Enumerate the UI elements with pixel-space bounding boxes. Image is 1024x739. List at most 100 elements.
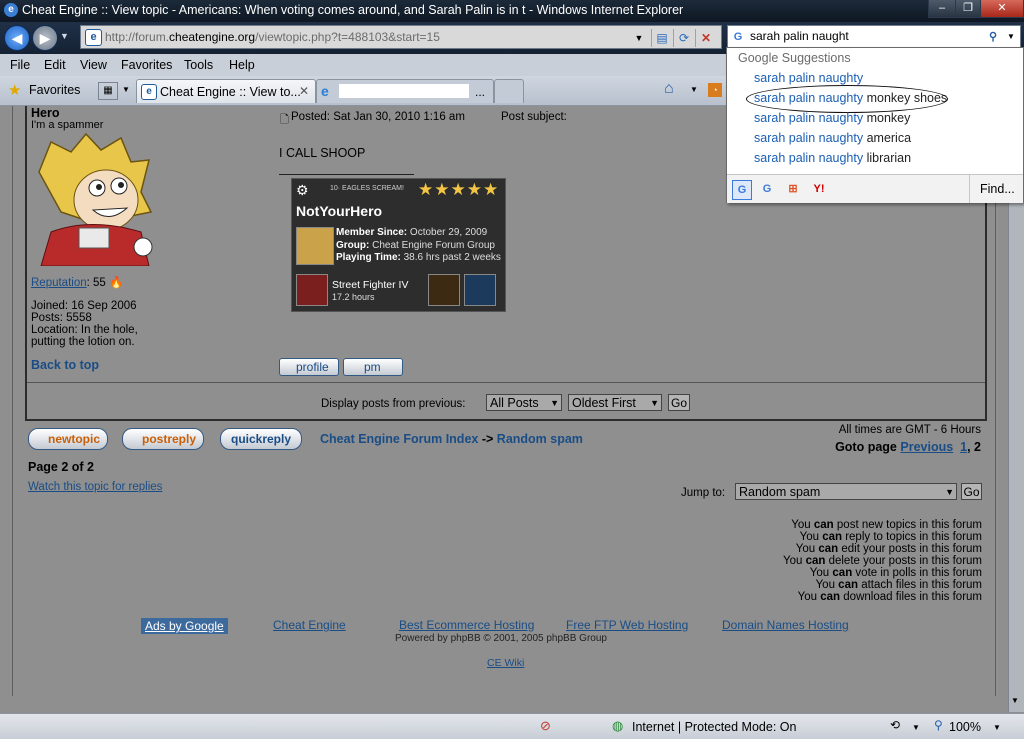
posts-range-select[interactable]: All Posts ▼ <box>486 394 562 411</box>
game-icon-counterstrike <box>464 274 496 306</box>
tab-close-icon[interactable]: ✕ <box>299 84 309 98</box>
windows-live-provider-icon[interactable]: ⊞ <box>784 180 802 198</box>
menu-file[interactable]: File <box>10 58 30 72</box>
menu-favorites[interactable]: Favorites <box>121 58 172 72</box>
steam-profile-card[interactable]: ⚙ 10· EAGLES SCREAM! ★★★★★ NotYourHero M… <box>291 178 506 312</box>
protected-mode-icon[interactable]: ⟲ <box>890 718 900 732</box>
ad-link-ftp-hosting[interactable]: Free FTP Web Hosting <box>566 618 688 632</box>
internet-zone-icon: ◍ <box>612 718 624 733</box>
search-icon[interactable]: ⚲ <box>986 30 1000 44</box>
new-topic-button[interactable]: newtopic <box>28 428 108 450</box>
tab-second[interactable]: e ... <box>316 79 494 103</box>
favorites-star-icon[interactable]: ★ <box>8 81 21 99</box>
suggestion-item[interactable]: sarah palin naughty librarian <box>754 151 911 165</box>
recent-pages-dropdown-icon[interactable]: ▼ <box>60 31 69 41</box>
close-button[interactable]: ✕ <box>980 0 1024 18</box>
home-dropdown-icon[interactable]: ▼ <box>690 85 698 94</box>
permission-line: You can edit your posts in this forum <box>795 543 982 555</box>
post-author[interactable]: Hero <box>31 106 59 120</box>
find-button[interactable]: Find... <box>980 182 1015 196</box>
random-spam-link[interactable]: Random spam <box>497 432 583 446</box>
zoom-icon[interactable]: ⚲ <box>934 718 943 732</box>
address-dropdown-icon[interactable]: ▼ <box>629 29 649 47</box>
search-box[interactable]: G ⚲ ▼ <box>727 25 1021 49</box>
watch-topic-link[interactable]: Watch this topic for replies <box>28 481 162 493</box>
menu-edit[interactable]: Edit <box>44 58 66 72</box>
reputation-value: : 55 <box>86 277 106 289</box>
ad-link-ecommerce-hosting[interactable]: Best Ecommerce Hosting <box>399 618 534 632</box>
steam-name: NotYourHero <box>296 203 383 219</box>
tab-active[interactable]: e Cheat Engine :: View to... ✕ <box>136 79 316 103</box>
suggestion-item[interactable]: sarah palin naughty america <box>754 131 911 145</box>
permission-line: You can reply to topics in this forum <box>799 531 982 543</box>
ads-by-google-link[interactable]: Ads by Google <box>141 618 228 634</box>
security-zone-text[interactable]: Internet | Protected Mode: On <box>632 720 796 734</box>
jump-to-select[interactable]: Random spam ▼ <box>735 483 957 500</box>
tab-title-ellipsis: ... <box>475 85 486 99</box>
tab-list-dropdown-icon[interactable]: ▼ <box>122 85 130 94</box>
post-rank: I'm a spammer <box>31 119 104 131</box>
display-go-button[interactable]: Go <box>668 394 690 411</box>
popup-blocked-icon[interactable]: ⊘ <box>540 718 551 734</box>
suggestion-item[interactable]: sarah palin naughty monkey <box>754 111 910 125</box>
search-options-dropdown-icon[interactable]: ▼ <box>1004 30 1018 44</box>
reputation-link[interactable]: Reputation <box>31 277 87 289</box>
suggestion-item[interactable]: sarah palin naughty <box>754 71 863 85</box>
page-of-text: Page 2 of 2 <box>28 460 94 474</box>
feeds-icon[interactable]: ◔ <box>708 83 722 97</box>
zoom-level[interactable]: 100% <box>949 720 981 734</box>
yahoo-provider-icon[interactable]: Y! <box>810 180 828 198</box>
search-providers-bar: G G ⊞ Y! Find... <box>727 174 1023 203</box>
powered-by-text: Powered by phpBB © 2001, 2005 phpBB Grou… <box>395 633 607 644</box>
author-info: Joined: 16 Sep 2006 Posts: 5558 Location… <box>31 300 138 348</box>
ad-link-domain-hosting[interactable]: Domain Names Hosting <box>722 618 849 632</box>
steam-game: Street Fighter IV <box>332 279 409 291</box>
display-posts-label: Display posts from previous: <box>321 398 466 410</box>
ie-tab-icon: e <box>321 83 329 99</box>
stop-icon[interactable]: ✕ <box>695 29 716 47</box>
permission-line: You can delete your posts in this forum <box>782 555 982 567</box>
suggestions-header: Google Suggestions <box>738 51 851 65</box>
permission-line: You can vote in polls in this forum <box>809 567 982 579</box>
compatibility-view-icon[interactable]: ▤ <box>651 29 672 47</box>
title-bar: e Cheat Engine :: View topic - Americans… <box>0 0 1024 22</box>
ie-icon: e <box>4 3 18 17</box>
quick-reply-button[interactable]: quickreply <box>220 428 302 450</box>
zone-dropdown-icon[interactable]: ▼ <box>912 723 920 732</box>
posts-order-select[interactable]: Oldest First ▼ <box>568 394 662 411</box>
favorites-button[interactable]: Favorites <box>29 83 80 97</box>
ce-wiki-link[interactable]: CE Wiki <box>487 657 524 669</box>
location-line2: putting the lotion on. <box>31 336 135 348</box>
previous-page-link[interactable]: Previous <box>900 440 953 454</box>
back-to-top-link[interactable]: Back to top <box>31 358 99 372</box>
back-icon[interactable]: ◀ <box>4 25 30 51</box>
home-icon[interactable]: ⌂ <box>664 80 674 98</box>
forward-icon[interactable]: ▶ <box>32 25 58 51</box>
refresh-icon[interactable]: ⟳ <box>673 29 694 47</box>
joined-date: Joined: 16 Sep 2006 <box>31 300 137 312</box>
google-provider-icon[interactable]: G <box>732 180 752 200</box>
google-provider-alt-icon[interactable]: G <box>758 180 776 198</box>
menu-view[interactable]: View <box>80 58 107 72</box>
restore-button[interactable]: ❐ <box>955 0 981 18</box>
search-input[interactable] <box>750 28 990 44</box>
ad-link-cheat-engine[interactable]: Cheat Engine <box>273 618 346 632</box>
profile-button[interactable]: profile <box>279 358 339 376</box>
post-reply-button[interactable]: postreply <box>122 428 204 450</box>
address-url[interactable]: http://forum.cheatengine.org/viewtopic.p… <box>105 30 440 44</box>
pm-button[interactable]: pm <box>343 358 403 376</box>
quick-tabs-icon[interactable]: ▦ <box>98 82 118 100</box>
menu-tools[interactable]: Tools <box>184 58 213 72</box>
steam-stars-icon: ★★★★★ <box>418 180 500 199</box>
permission-line: You can download files in this forum <box>797 591 982 603</box>
jump-go-button[interactable]: Go <box>961 483 982 500</box>
new-tab-button[interactable] <box>494 79 524 103</box>
minimize-button[interactable]: – <box>928 0 956 18</box>
menu-help[interactable]: Help <box>229 58 255 72</box>
tab-title-blank <box>339 84 469 98</box>
zoom-dropdown-icon[interactable]: ▼ <box>993 723 1001 732</box>
scroll-down-icon[interactable]: ▼ <box>1011 696 1019 705</box>
permission-line: You can post new topics in this forum <box>791 519 982 531</box>
address-bar[interactable]: e http://forum.cheatengine.org/viewtopic… <box>80 25 722 49</box>
forum-index-link[interactable]: Cheat Engine Forum Index <box>320 432 478 446</box>
